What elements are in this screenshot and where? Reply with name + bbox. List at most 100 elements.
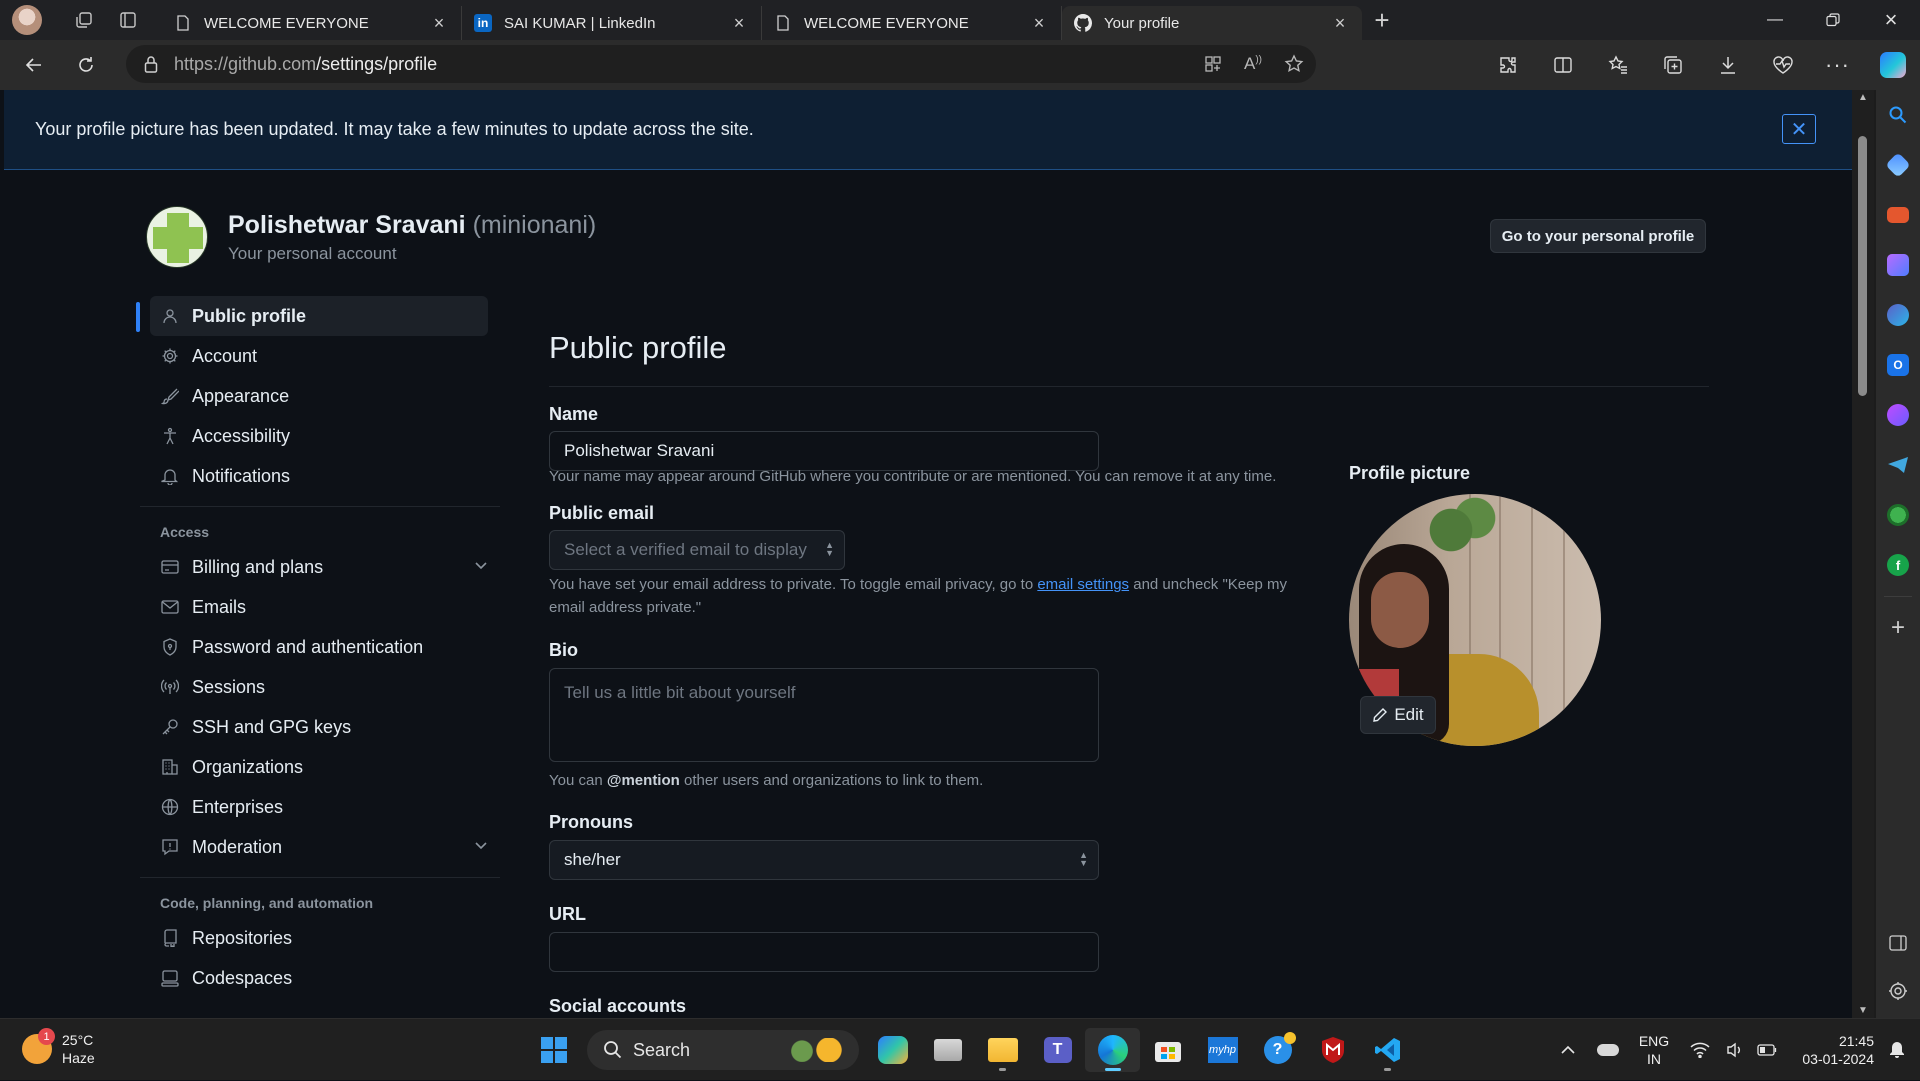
close-tab-icon[interactable]: × [429,13,449,33]
outlook-icon[interactable]: O [1876,340,1920,390]
onedrive-icon[interactable] [1588,1019,1628,1081]
collections-icon[interactable] [1645,40,1700,90]
sidebar-item-public-profile[interactable]: Public profile [136,296,488,336]
tools-icon[interactable] [1876,190,1920,240]
tree-icon[interactable] [1876,490,1920,540]
designer-icon[interactable] [1876,390,1920,440]
avatar[interactable] [146,206,208,268]
chevron-up-icon[interactable] [1548,1019,1588,1081]
file-explorer-icon[interactable] [975,1028,1030,1072]
scroll-up-icon[interactable]: ▲ [1857,92,1869,103]
copilot-preview-icon[interactable] [865,1028,920,1072]
extensions-icon[interactable] [1480,40,1535,90]
tab-title: SAI KUMAR | LinkedIn [504,14,656,32]
sidebar-item-enterprises[interactable]: Enterprises [138,787,500,827]
sidebar-item-organizations[interactable]: Organizations [138,747,500,787]
mcafee-icon[interactable] [1305,1028,1360,1072]
wifi-icon[interactable] [1680,1019,1720,1081]
games-icon[interactable] [1876,240,1920,290]
restore-icon[interactable] [1804,0,1862,40]
browser-tab[interactable]: WELCOME EVERYONE × [762,6,1062,40]
account-name[interactable]: Polishetwar Sravani [228,211,466,239]
sidebar-item-repositories[interactable]: Repositories [138,918,500,958]
hide-sidebar-icon[interactable] [1876,918,1920,968]
sidebar-item-ssh-gpg-keys[interactable]: SSH and GPG keys [138,707,500,747]
add-icon[interactable]: + [1876,603,1920,653]
public-email-select[interactable]: Select a verified email to display ▲ ▼ [549,530,845,570]
chevron-down-icon[interactable] [474,838,488,852]
close-icon[interactable]: ✕ [1782,114,1816,144]
app-available-icon[interactable] [1204,55,1222,73]
go-to-personal-profile-button[interactable]: Go to your personal profile [1490,219,1706,253]
windows-start-icon[interactable] [526,1028,581,1072]
pronouns-select[interactable]: she/her ▲ ▼ [549,840,1099,880]
grammar-icon[interactable]: f [1876,540,1920,590]
downloads-icon[interactable] [1700,40,1755,90]
notification-bell-icon[interactable] [1874,1019,1920,1081]
sidebar-item-moderation[interactable]: Moderation [138,827,500,867]
close-tab-icon[interactable]: × [1330,13,1350,33]
email-settings-link[interactable]: email settings [1037,576,1129,593]
new-tab-button[interactable]: + [1362,0,1402,40]
close-tab-icon[interactable]: × [729,13,749,33]
scroll-thumb[interactable] [1858,136,1867,396]
search-icon[interactable] [1876,90,1920,140]
favorites-icon[interactable] [1590,40,1645,90]
sidebar-item-accessibility[interactable]: Accessibility [138,416,500,456]
lock-icon[interactable] [144,55,158,73]
task-view-icon[interactable] [920,1028,975,1072]
scroll-down-icon[interactable]: ▼ [1857,1005,1869,1016]
taskbar-apps: Search T myhp ? [526,1028,1415,1072]
sidebar-item-notifications[interactable]: Notifications [138,456,500,496]
edit-profile-picture-button[interactable]: Edit [1360,696,1436,734]
split-screen-icon[interactable] [1535,40,1590,90]
shopping-icon[interactable] [1876,140,1920,190]
url-input[interactable] [549,932,1099,972]
tab-actions-icon[interactable] [106,0,150,40]
close-tab-icon[interactable]: × [1029,13,1049,33]
sidebar-item-password-authentication[interactable]: Password and authentication [138,627,500,667]
sidebar-item-emails[interactable]: Emails [138,587,500,627]
minimize-icon[interactable]: — [1746,0,1804,40]
more-menu-icon[interactable]: ··· [1810,40,1865,90]
bio-textarea[interactable]: Tell us a little bit about yourself [549,668,1099,762]
microsoft-store-icon[interactable] [1140,1028,1195,1072]
address-bar[interactable]: https://github.com/settings/profile A)) [126,45,1316,83]
close-window-icon[interactable]: × [1862,0,1920,40]
copilot-icon[interactable] [1865,40,1920,90]
settings-gear-icon[interactable] [1876,966,1920,1016]
browser-profile-avatar[interactable] [12,5,42,35]
teams-icon[interactable]: T [1030,1028,1085,1072]
browser-essentials-icon[interactable] [1755,40,1810,90]
taskbar-search[interactable]: Search [587,1030,859,1070]
taskbar-clock[interactable]: 21:45 03-01-2024 [1784,1032,1874,1068]
chevron-down-icon[interactable] [474,558,488,572]
edge-browser-icon[interactable] [1085,1028,1140,1072]
title-divider [549,386,1709,387]
page-scrollbar[interactable]: ▲ ▼ [1852,90,1874,1018]
telegram-icon[interactable] [1876,440,1920,490]
sidebar-item-account[interactable]: Account [138,336,500,376]
browser-tab[interactable]: WELCOME EVERYONE × [162,6,462,40]
email-privacy-note: You have set your email address to priva… [549,573,1309,619]
browser-tab[interactable]: in SAI KUMAR | LinkedIn × [462,6,762,40]
weather-widget[interactable]: 1 25°C Haze [22,1028,95,1067]
sidebar-item-codespaces[interactable]: Codespaces [138,958,500,998]
myhp-icon[interactable]: myhp [1195,1028,1250,1072]
microsoft-365-icon[interactable] [1876,290,1920,340]
sidebar-item-billing[interactable]: Billing and plans [138,547,500,587]
vscode-icon[interactable] [1360,1028,1415,1072]
language-indicator[interactable]: ENG IN [1628,1032,1680,1068]
refresh-icon[interactable] [60,45,112,85]
battery-icon[interactable] [1750,1019,1784,1081]
read-aloud-icon[interactable]: A)) [1244,54,1262,74]
browser-tab-active[interactable]: Your profile × [1062,6,1362,40]
favorite-star-icon[interactable] [1284,54,1304,74]
workspaces-icon[interactable] [62,0,106,40]
sidebar-item-sessions[interactable]: Sessions [138,667,500,707]
volume-icon[interactable] [1720,1019,1750,1081]
back-icon[interactable] [8,45,60,85]
page-icon [774,14,792,32]
sidebar-item-appearance[interactable]: Appearance [138,376,500,416]
help-icon[interactable]: ? [1250,1028,1305,1072]
